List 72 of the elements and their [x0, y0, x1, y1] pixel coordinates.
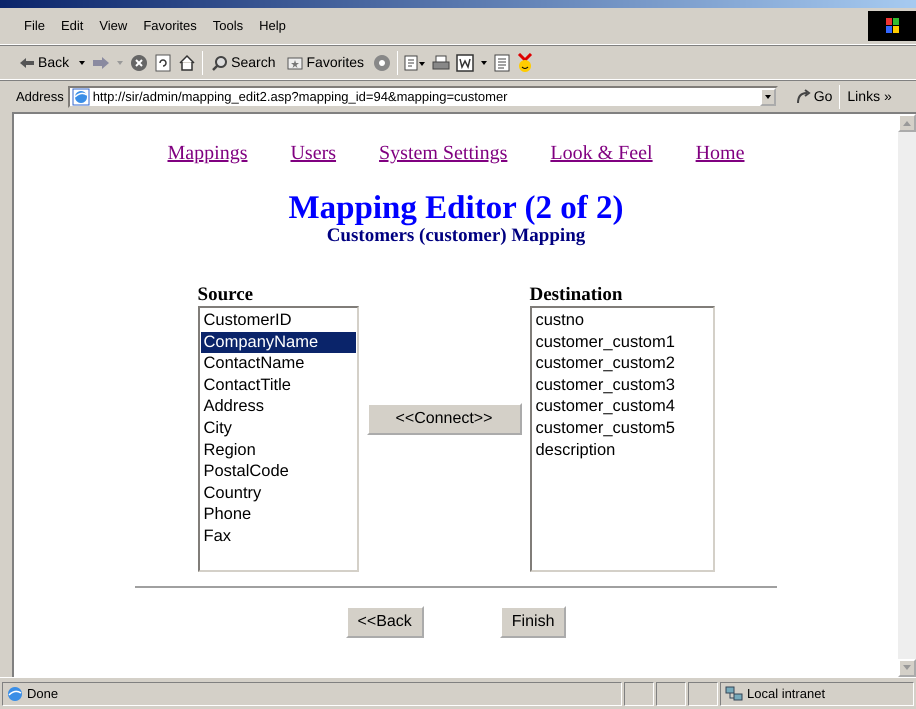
list-option[interactable]: CustomerID: [200, 310, 356, 332]
left-arrow-icon: [19, 56, 35, 68]
menu-item[interactable]: Tools: [204, 14, 252, 38]
list-option[interactable]: customer_custom4: [532, 396, 712, 418]
list-option[interactable]: City: [200, 418, 356, 440]
list-option[interactable]: Address: [200, 396, 356, 418]
network-icon: [725, 686, 743, 702]
page-subtitle: Customers (customer) Mapping: [326, 226, 586, 248]
address-field[interactable]: http://sir/admin/mapping_edit2.asp?mapping_id=94&mapping=customer: [68, 86, 778, 108]
home-icon[interactable]: [178, 54, 196, 72]
list-box[interactable]: custno customer_custom1 customer_custom2 customer_custom3 customer_custom4 customer_custom5 description: [530, 306, 714, 572]
nav-link[interactable]: Mappings: [167, 138, 248, 168]
list-option[interactable]: ContactTitle: [200, 374, 356, 396]
globe-page-icon: [72, 88, 90, 106]
favorites-button[interactable]: Favorites: [284, 51, 368, 74]
nav-link[interactable]: System Settings: [379, 138, 508, 168]
list-option[interactable]: PostalCode: [200, 461, 356, 483]
go-arrow-icon: [794, 88, 811, 104]
list-box[interactable]: CustomerID CompanyName ContactName ContactTitle Address City Region PostalCode Country Phone Fax: [198, 306, 358, 572]
status-text: Done: [27, 684, 58, 703]
nav-button[interactable]: <<Back: [346, 606, 424, 638]
status-pane: [656, 682, 686, 706]
stop-icon[interactable]: [130, 54, 148, 72]
list-option[interactable]: CompanyName: [200, 332, 356, 354]
notepad-icon[interactable]: [494, 54, 510, 72]
page-title: Mapping Editor (2 of 2): [288, 190, 624, 226]
nav-link[interactable]: Look & Feel: [550, 138, 653, 168]
list-option[interactable]: customer_custom5: [532, 418, 712, 440]
windows-logo-icon: [868, 11, 916, 41]
zone-text: Local intranet: [747, 684, 826, 703]
menu-item[interactable]: Help: [251, 14, 294, 38]
caret-icon[interactable]: [480, 58, 488, 66]
list-option[interactable]: Phone: [200, 504, 356, 526]
links-button[interactable]: Links »: [844, 85, 895, 108]
nav-link[interactable]: Home: [696, 138, 744, 168]
menu-item[interactable]: View: [91, 14, 136, 38]
refresh-icon[interactable]: [154, 54, 172, 72]
media-icon[interactable]: [373, 54, 392, 72]
back-button[interactable]: Back: [16, 51, 72, 74]
nav-button[interactable]: Finish: [500, 606, 566, 638]
menu-item[interactable]: Favorites: [135, 14, 205, 38]
history-icon[interactable]: [404, 54, 426, 72]
menu-item[interactable]: File: [16, 14, 53, 38]
url-text: http://sir/admin/mapping_edit2.asp?mapping_id=94&mapping=customer: [92, 88, 508, 106]
connect-button[interactable]: <<Connect>>: [366, 403, 522, 436]
search-button[interactable]: Search: [209, 51, 278, 74]
printer-icon[interactable]: [432, 54, 450, 72]
list-option[interactable]: ContactName: [200, 353, 356, 375]
address-label: Address: [16, 88, 64, 106]
caret-icon: [764, 92, 772, 100]
status-pane: [624, 682, 654, 706]
list-option[interactable]: customer_custom3: [532, 374, 712, 396]
list-option[interactable]: customer_custom1: [532, 332, 712, 354]
list-option[interactable]: Country: [200, 482, 356, 504]
caret-icon[interactable]: [78, 58, 86, 66]
list-label: Source: [198, 285, 254, 306]
go-button[interactable]: Go: [792, 85, 836, 108]
nav-link[interactable]: Users: [290, 138, 336, 168]
list-option[interactable]: Region: [200, 440, 356, 462]
list-option[interactable]: description: [532, 440, 712, 462]
dropdown-button[interactable]: [760, 88, 776, 106]
status-pane: [688, 682, 718, 706]
smiley-icon[interactable]: [516, 52, 534, 72]
page-icon: [7, 686, 23, 702]
document-icon[interactable]: [456, 54, 474, 72]
magnifier-icon: [212, 54, 228, 70]
star-folder-icon: [287, 56, 304, 70]
list-label: Destination: [530, 285, 622, 306]
menu-item[interactable]: Edit: [52, 14, 92, 38]
list-option[interactable]: customer_custom2: [532, 353, 712, 375]
list-option[interactable]: custno: [532, 310, 712, 332]
list-option[interactable]: Fax: [200, 526, 356, 548]
